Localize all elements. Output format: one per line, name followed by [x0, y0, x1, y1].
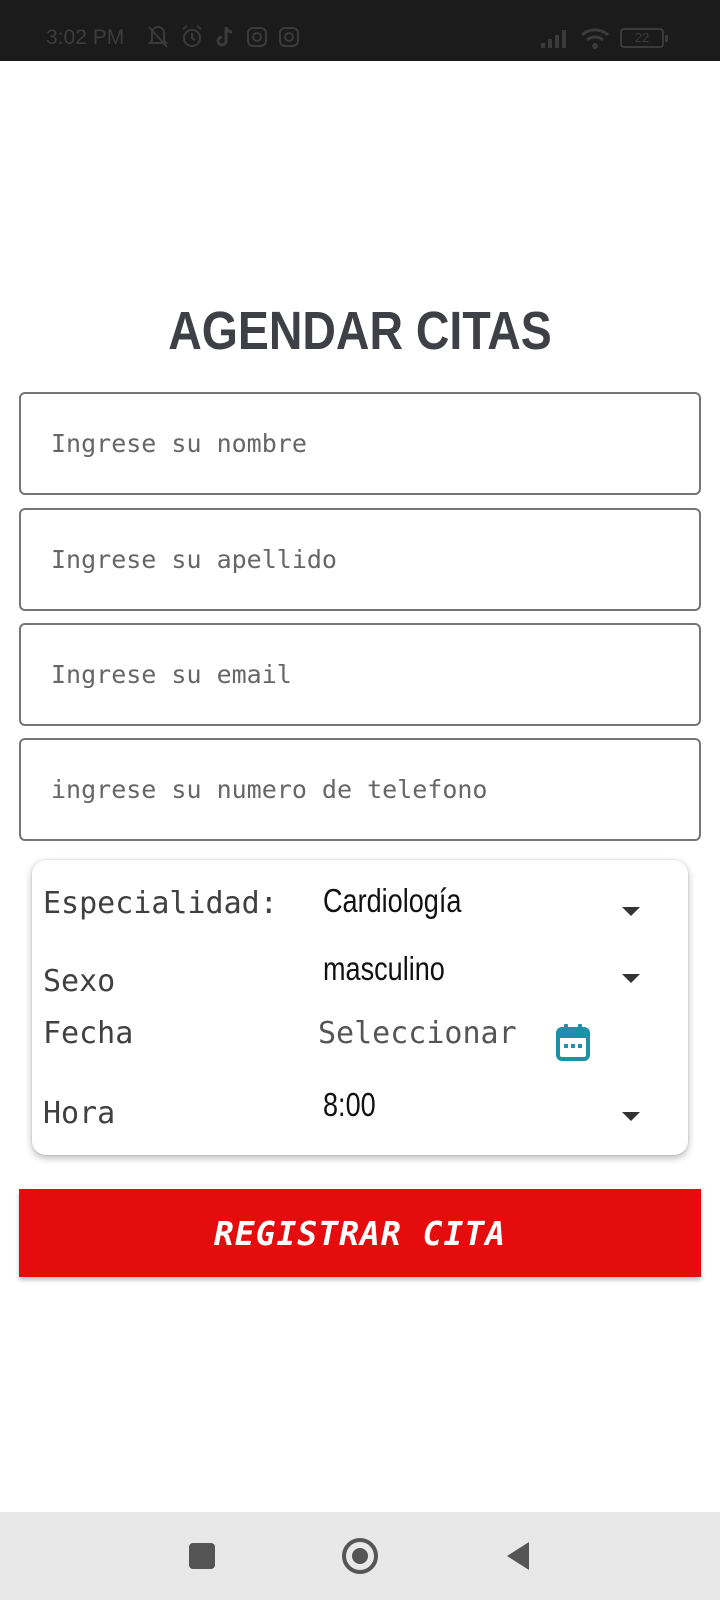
telefono-input[interactable] [21, 740, 699, 839]
recents-square-icon[interactable] [158, 1512, 246, 1600]
wifi-icon [580, 27, 610, 49]
back-triangle-icon[interactable] [474, 1512, 562, 1600]
sexo-label: Sexo [43, 964, 116, 999]
calendar-icon[interactable] [555, 1022, 591, 1066]
sexo-select[interactable]: masculino [323, 950, 445, 988]
telefono-field-container [19, 738, 701, 841]
tiktok-icon [214, 24, 236, 50]
especialidad-select[interactable]: Cardiología [323, 882, 461, 920]
instagram-icon [246, 24, 268, 50]
apellido-input[interactable] [21, 510, 699, 609]
page-title: AGENDAR CITAS [168, 301, 552, 361]
battery-icon: 22 [620, 28, 668, 48]
hora-select[interactable]: 8:00 [323, 1086, 376, 1124]
apellido-field-container [19, 508, 701, 611]
email-field-container [19, 623, 701, 726]
alarm-icon [180, 24, 204, 50]
status-icons-left [146, 24, 300, 50]
nombre-field-container [19, 392, 701, 495]
home-circle-icon[interactable] [316, 1512, 404, 1600]
appointment-details-card: Especialidad: Cardiología Sexo masculino… [32, 860, 688, 1155]
register-appointment-button[interactable]: REGISTRAR CITA [19, 1189, 701, 1277]
especialidad-chevron-down-icon[interactable] [622, 907, 640, 916]
instagram-icon [278, 24, 300, 50]
especialidad-label: Especialidad: [43, 886, 278, 921]
hora-label: Hora [43, 1096, 116, 1131]
fecha-select[interactable]: Seleccionar [318, 1016, 517, 1051]
fecha-label: Fecha [43, 1016, 134, 1051]
notifications-off-icon [146, 24, 170, 50]
system-nav-bar [0, 1512, 720, 1600]
status-icons-right: 22 [540, 27, 668, 49]
email-input[interactable] [21, 625, 699, 724]
status-time: 3:02 PM [46, 26, 125, 49]
sexo-chevron-down-icon[interactable] [622, 974, 640, 983]
hora-chevron-down-icon[interactable] [622, 1112, 640, 1121]
status-bar: 3:02 PM 22 [0, 0, 720, 61]
nombre-input[interactable] [21, 394, 699, 493]
signal-icon [540, 28, 570, 48]
